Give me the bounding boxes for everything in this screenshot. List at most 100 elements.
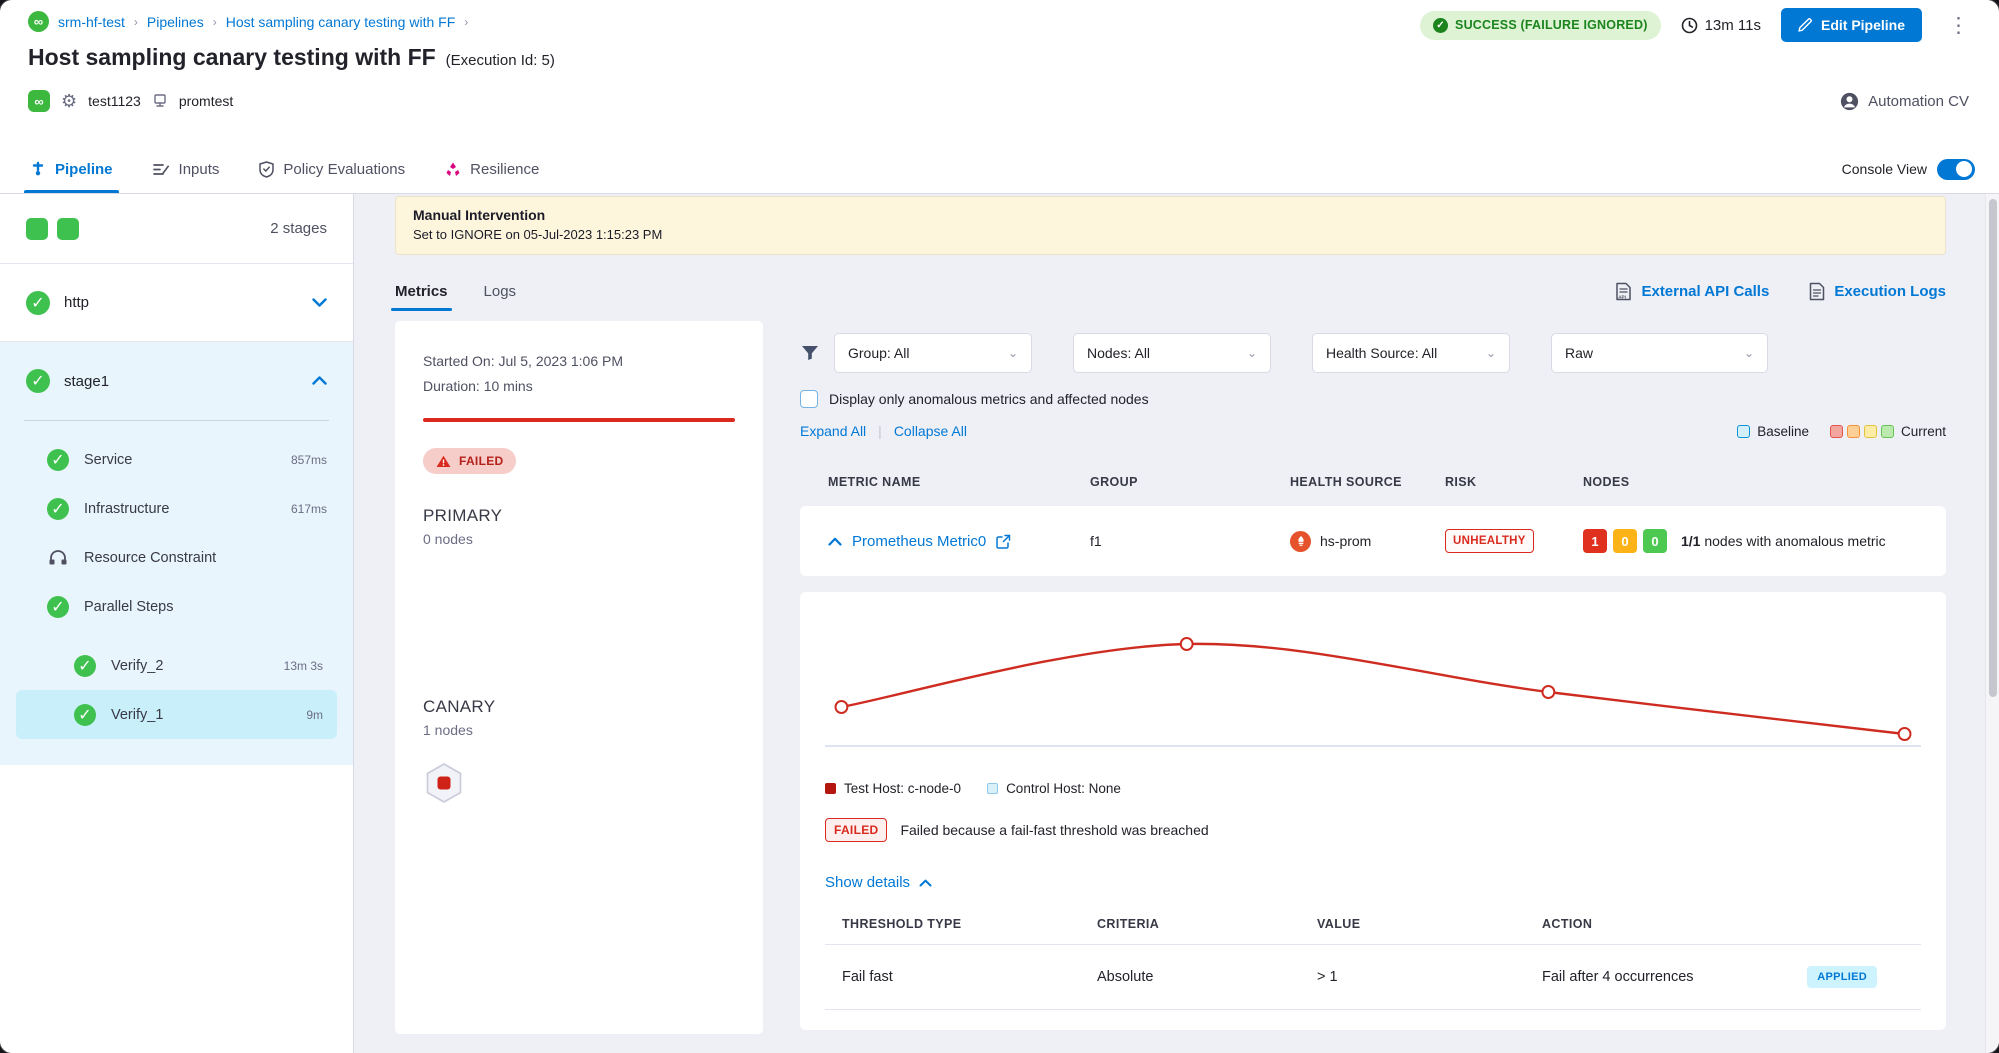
- sidebar-step-infrastructure[interactable]: ✓ Infrastructure 617ms: [0, 484, 353, 533]
- view-mode-dropdown[interactable]: Raw ⌄: [1551, 333, 1768, 373]
- col-risk: RISK: [1445, 475, 1583, 489]
- tab-pipeline[interactable]: Pipeline: [30, 145, 113, 193]
- col-criteria: CRITERIA: [1097, 917, 1317, 931]
- harness-logo-icon: ∞: [28, 11, 49, 32]
- chevron-down-icon[interactable]: [312, 294, 327, 312]
- current-legend-label: Current: [1901, 424, 1946, 439]
- control-host-swatch: [987, 783, 998, 794]
- breadcrumb-project[interactable]: srm-hf-test: [58, 14, 125, 30]
- col-group: GROUP: [1090, 475, 1290, 489]
- sidebar-stage-stage1[interactable]: ✓ stage1: [0, 342, 353, 420]
- edit-pipeline-button[interactable]: Edit Pipeline: [1781, 8, 1922, 42]
- tab-inputs[interactable]: Inputs: [153, 145, 220, 193]
- gear-icon: ⚙: [61, 91, 77, 112]
- metric-row[interactable]: Prometheus Metric0 f1 hs-prom UNHEALTHY …: [800, 506, 1946, 576]
- verification-summary-card: Started On: Jul 5, 2023 1:06 PM Duration…: [395, 321, 763, 1034]
- chart-color-legend: Baseline Current: [1737, 424, 1946, 439]
- tab-resilience[interactable]: Resilience: [445, 145, 539, 193]
- user-name: Automation CV: [1868, 93, 1969, 110]
- anomalous-metrics-checkbox[interactable]: [800, 390, 818, 408]
- stage-status-square: [26, 218, 48, 240]
- verification-failed-message: Failed because a fail-fast threshold was…: [900, 822, 1208, 838]
- show-details-link[interactable]: Show details: [825, 874, 1921, 891]
- metric-filters: Group: All ⌄ Nodes: All ⌄ Health Source:…: [800, 333, 1946, 373]
- started-on: Started On: Jul 5, 2023 1:06 PM: [423, 353, 735, 369]
- inputs-icon: [153, 162, 170, 177]
- sidebar-step-parallel-steps[interactable]: ✓ Parallel Steps: [0, 582, 353, 631]
- baseline-legend-swatch: [1737, 425, 1750, 438]
- execution-logs-link[interactable]: Execution Logs: [1809, 282, 1946, 301]
- execution-id: (Execution Id: 5): [446, 52, 555, 69]
- chevron-down-icon: ⌄: [1486, 346, 1496, 360]
- chevron-up-icon[interactable]: [312, 372, 327, 390]
- clock-icon: [1681, 17, 1698, 34]
- expand-all-link[interactable]: Expand All: [800, 423, 866, 439]
- chevron-right-icon: ›: [464, 15, 468, 29]
- metric-chart[interactable]: [825, 614, 1921, 769]
- show-details-label: Show details: [825, 874, 910, 891]
- chevron-right-icon: ›: [134, 15, 138, 29]
- environment-name[interactable]: promtest: [179, 93, 233, 109]
- stage-status-square: [57, 218, 79, 240]
- risk-badge: UNHEALTHY: [1445, 529, 1534, 553]
- external-api-calls-link[interactable]: API External API Calls: [1615, 282, 1769, 301]
- filter-icon[interactable]: [800, 343, 820, 363]
- step-duration: 857ms: [291, 453, 327, 467]
- failed-status-label: FAILED: [459, 454, 503, 468]
- page-title: Host sampling canary testing with FF: [28, 44, 436, 71]
- manual-intervention-banner: Manual Intervention Set to IGNORE on 05-…: [395, 196, 1946, 255]
- main-tabbar: Pipeline Inputs Policy Evaluations Resil…: [0, 145, 1999, 194]
- sidebar-step-verify-2[interactable]: ✓ Verify_2 13m 3s: [16, 641, 337, 690]
- svg-text:API: API: [1619, 294, 1627, 299]
- anomalous-metrics-label: Display only anomalous metrics and affec…: [829, 391, 1149, 407]
- collapse-all-link[interactable]: Collapse All: [894, 423, 967, 439]
- console-view-toggle[interactable]: [1937, 159, 1975, 180]
- sidebar-step-service[interactable]: ✓ Service 857ms: [0, 435, 353, 484]
- tab-metrics[interactable]: Metrics: [395, 271, 448, 311]
- metric-name-link[interactable]: Prometheus Metric0: [852, 533, 986, 550]
- tab-logs[interactable]: Logs: [484, 271, 517, 311]
- breadcrumb-pipelines[interactable]: Pipelines: [147, 14, 204, 30]
- threshold-action: Fail after 4 occurrences: [1542, 969, 1694, 985]
- col-nodes: NODES: [1583, 475, 1946, 489]
- success-check-icon: ✓: [74, 704, 96, 726]
- canary-node-hexagon[interactable]: [423, 762, 465, 808]
- node-count-amber: 0: [1613, 529, 1637, 553]
- console-tabs: Metrics Logs API External API Calls Exec…: [395, 271, 1946, 311]
- col-action: ACTION: [1542, 917, 1921, 931]
- sidebar-step-resource-constraint[interactable]: Resource Constraint: [0, 533, 353, 582]
- breadcrumb-pipeline-name[interactable]: Host sampling canary testing with FF: [226, 14, 456, 30]
- external-link-icon[interactable]: [996, 534, 1011, 549]
- service-name[interactable]: test1123: [88, 93, 141, 109]
- collapse-metric-chevron-icon[interactable]: [828, 537, 842, 546]
- stage-label: stage1: [64, 373, 109, 390]
- chevron-up-icon: [919, 879, 932, 887]
- sidebar-stage-http[interactable]: ✓ http: [0, 263, 353, 341]
- divider: [825, 1009, 1921, 1010]
- scrollbar-thumb[interactable]: [1989, 199, 1997, 697]
- tab-pipeline-label: Pipeline: [55, 161, 113, 178]
- sidebar-step-verify-1[interactable]: ✓ Verify_1 9m: [16, 690, 337, 739]
- success-check-icon: ✓: [26, 291, 50, 315]
- threshold-value: > 1: [1317, 969, 1542, 985]
- vertical-scrollbar[interactable]: [1985, 194, 1999, 1053]
- pencil-icon: [1798, 18, 1812, 32]
- nodes-ratio-text: nodes with anomalous metric: [1704, 533, 1885, 549]
- group-filter-dropdown[interactable]: Group: All ⌄: [834, 333, 1032, 373]
- divider: |: [878, 423, 882, 439]
- nodes-filter-dropdown[interactable]: Nodes: All ⌄: [1073, 333, 1271, 373]
- tab-inputs-label: Inputs: [179, 161, 220, 178]
- health-source-filter-dropdown[interactable]: Health Source: All ⌄: [1312, 333, 1510, 373]
- chevron-down-icon: ⌄: [1744, 346, 1754, 360]
- failed-status-pill: FAILED: [423, 448, 516, 474]
- user-avatar-icon: [1840, 92, 1859, 111]
- threshold-criteria: Absolute: [1097, 969, 1317, 985]
- kebab-menu-icon[interactable]: ⋮: [1942, 11, 1975, 40]
- warning-triangle-icon: [436, 455, 451, 468]
- edit-pipeline-label: Edit Pipeline: [1821, 17, 1905, 33]
- success-check-icon: ✓: [1433, 18, 1448, 33]
- triggered-by: Automation CV: [1840, 92, 1969, 111]
- tab-policy-evaluations[interactable]: Policy Evaluations: [259, 145, 405, 193]
- current-green-swatch: [1881, 425, 1894, 438]
- nodes-filter-value: Nodes: All: [1087, 345, 1150, 361]
